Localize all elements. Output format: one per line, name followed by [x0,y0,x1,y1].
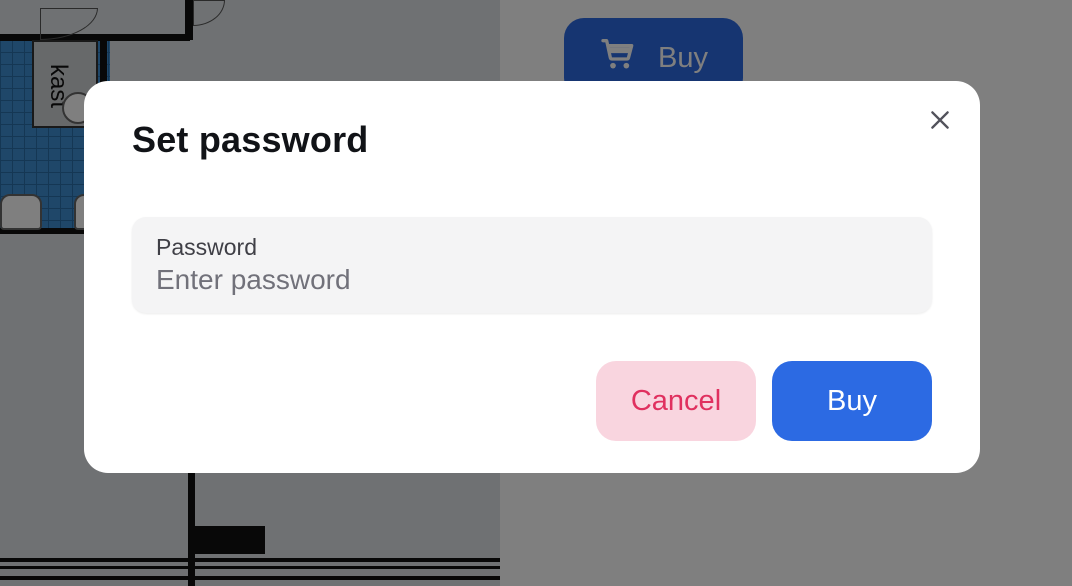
password-label: Password [156,234,257,260]
set-password-dialog: Set password Password Cancel Buy [84,81,980,473]
password-input[interactable] [156,263,908,297]
close-icon [927,107,953,136]
dialog-title: Set password [132,119,369,160]
buy-button[interactable]: Buy [772,361,932,441]
password-input-wrapper[interactable]: Password [132,217,932,313]
page: kast Buy Set password [0,0,1072,586]
cancel-button[interactable]: Cancel [596,361,756,441]
close-button[interactable] [922,103,958,139]
